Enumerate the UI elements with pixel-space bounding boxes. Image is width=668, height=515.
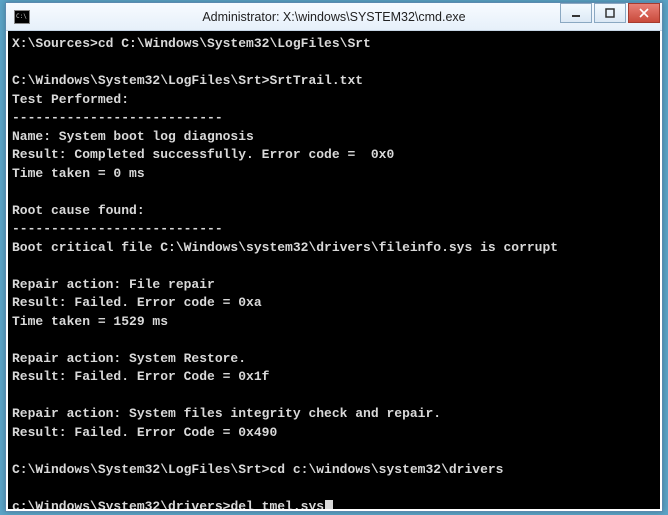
maximize-button[interactable]	[594, 3, 626, 23]
cmd-window: Administrator: X:\windows\SYSTEM32\cmd.e…	[5, 2, 663, 512]
current-input: del tmel.sys	[230, 499, 324, 512]
titlebar[interactable]: Administrator: X:\windows\SYSTEM32\cmd.e…	[6, 3, 662, 31]
window-controls	[560, 3, 660, 23]
cmd-icon[interactable]	[14, 10, 30, 24]
current-prompt: c:\Windows\System32\drivers>	[12, 499, 230, 512]
close-button[interactable]	[628, 3, 660, 23]
console-area[interactable]: X:\Sources>cd C:\Windows\System32\LogFil…	[6, 31, 662, 511]
minimize-button[interactable]	[560, 3, 592, 23]
console-output: X:\Sources>cd C:\Windows\System32\LogFil…	[12, 36, 558, 477]
text-cursor	[325, 500, 333, 512]
